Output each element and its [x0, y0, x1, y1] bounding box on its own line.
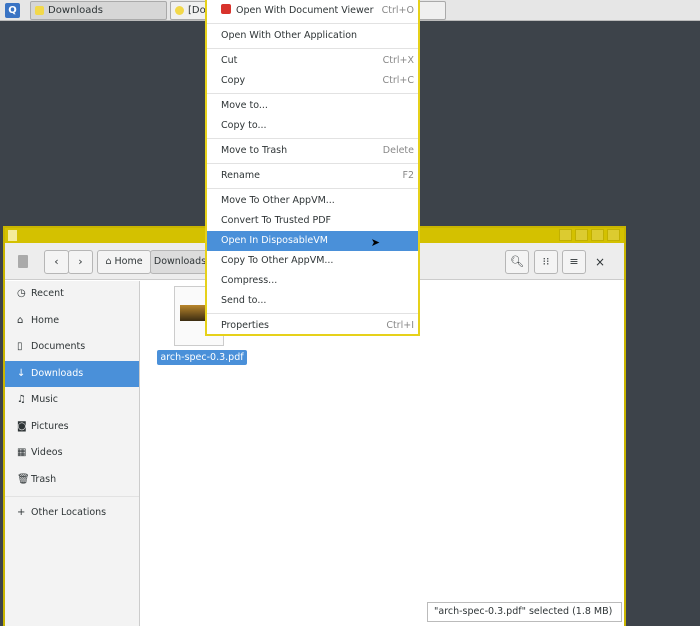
- mouse-cursor-icon: ➤: [370, 236, 380, 249]
- sidebar: ◷ Recent ⌂ Home ▯ Documents ↓ Downloads ♫ Music ◙ P…: [5, 281, 140, 626]
- clock-icon: ◷: [17, 288, 26, 299]
- path-home-button[interactable]: ⌂ Home: [97, 250, 151, 274]
- menu-item[interactable]: Send to...: [207, 291, 418, 311]
- menu-item[interactable]: Open In DisposableVM ➤: [207, 231, 418, 251]
- menu-item[interactable]: Copy to...: [207, 116, 418, 136]
- back-button[interactable]: ‹: [44, 250, 69, 274]
- sidebar-separator: [5, 496, 139, 497]
- window-button-1[interactable]: [559, 229, 572, 241]
- menu-item[interactable]: Convert To Trusted PDF: [207, 211, 418, 231]
- menu-shortcut: F2: [402, 170, 414, 181]
- sidebar-item-trash[interactable]: 🗑︎Trash: [5, 467, 139, 494]
- menu-separator: [207, 48, 418, 49]
- close-icon[interactable]: ×: [595, 255, 605, 269]
- search-button[interactable]: 🔍︎: [505, 250, 529, 274]
- menu-shortcut: Ctrl+O: [381, 5, 414, 16]
- pdf-icon: [221, 4, 231, 14]
- menu-button[interactable]: ≡: [562, 250, 586, 274]
- sidebar-item-music[interactable]: ♫ Music: [5, 387, 139, 414]
- menu-item[interactable]: Move To Other AppVM...: [207, 191, 418, 211]
- sidebar-item-pictures[interactable]: ◙ Pictures: [5, 414, 139, 441]
- context-menu: Open With Document Viewer Ctrl+O Open With…: [205, 0, 420, 336]
- film-icon: ▦: [17, 447, 27, 458]
- search-icon: 🔍︎: [510, 255, 524, 268]
- menu-item[interactable]: Compress...: [207, 271, 418, 291]
- menu-item[interactable]: Copy To Other AppVM...: [207, 251, 418, 271]
- camera-icon: ◙: [17, 420, 27, 432]
- sidebar-item-documents[interactable]: ▯ Documents: [5, 334, 139, 361]
- path-downloads-button[interactable]: Downloads: [150, 250, 210, 274]
- home-icon: ⌂: [105, 256, 112, 267]
- document-icon: ▯: [17, 341, 23, 352]
- menu-separator: [207, 93, 418, 94]
- menu-separator: [207, 163, 418, 164]
- menu-shortcut: Ctrl+I: [386, 320, 414, 331]
- plus-icon: +: [17, 507, 26, 518]
- status-bar: "arch-spec-0.3.pdf" selected (1.8 MB): [427, 602, 622, 622]
- drive-icon[interactable]: [18, 255, 28, 268]
- menu-separator: [207, 23, 418, 24]
- forward-button[interactable]: ›: [68, 250, 93, 274]
- menu-separator: [207, 313, 418, 314]
- taskbar-tab-downloads[interactable]: Downloads: [30, 1, 167, 20]
- close-window-button[interactable]: [607, 229, 620, 241]
- view-grid-button[interactable]: ⁝⁝: [534, 250, 558, 274]
- app-icon: [175, 6, 184, 15]
- menu-item[interactable]: Cut Ctrl+X: [207, 51, 418, 71]
- sidebar-item-recent[interactable]: ◷ Recent: [5, 281, 139, 308]
- window-icon: [8, 230, 17, 241]
- maximize-button[interactable]: [591, 229, 604, 241]
- menu-separator: [207, 188, 418, 189]
- music-icon: ♫: [17, 394, 26, 405]
- menu-item[interactable]: Move to...: [207, 96, 418, 116]
- menu-item[interactable]: Copy Ctrl+C: [207, 71, 418, 91]
- home-icon: ⌂: [17, 314, 24, 326]
- menu-shortcut: Delete: [382, 145, 414, 156]
- sidebar-item-downloads[interactable]: ↓ Downloads: [5, 360, 139, 387]
- menu-shortcut: Ctrl+C: [382, 75, 415, 86]
- menu-separator: [207, 138, 418, 139]
- menu-item[interactable]: Properties Ctrl+I: [207, 316, 418, 336]
- file-name: arch-spec-0.3.pdf: [157, 350, 247, 365]
- qubes-logo[interactable]: Q: [5, 3, 20, 18]
- menu-shortcut: Ctrl+X: [382, 55, 414, 66]
- folder-icon: [35, 6, 44, 15]
- trash-icon: 🗑︎: [17, 473, 30, 485]
- hamburger-icon: ≡: [569, 255, 579, 268]
- menu-item[interactable]: Rename F2: [207, 166, 418, 186]
- sidebar-item-other-locations[interactable]: + Other Locations: [5, 500, 139, 527]
- menu-item[interactable]: Move to Trash Delete: [207, 141, 418, 161]
- menu-item[interactable]: Open With Document Viewer Ctrl+O: [207, 1, 418, 21]
- sidebar-item-home[interactable]: ⌂ Home: [5, 308, 139, 335]
- grid-icon: ⁝⁝: [542, 255, 550, 268]
- menu-item[interactable]: Open With Other Application: [207, 26, 418, 46]
- sidebar-item-videos[interactable]: ▦ Videos: [5, 440, 139, 467]
- minimize-button[interactable]: [575, 229, 588, 241]
- download-icon: ↓: [17, 367, 26, 379]
